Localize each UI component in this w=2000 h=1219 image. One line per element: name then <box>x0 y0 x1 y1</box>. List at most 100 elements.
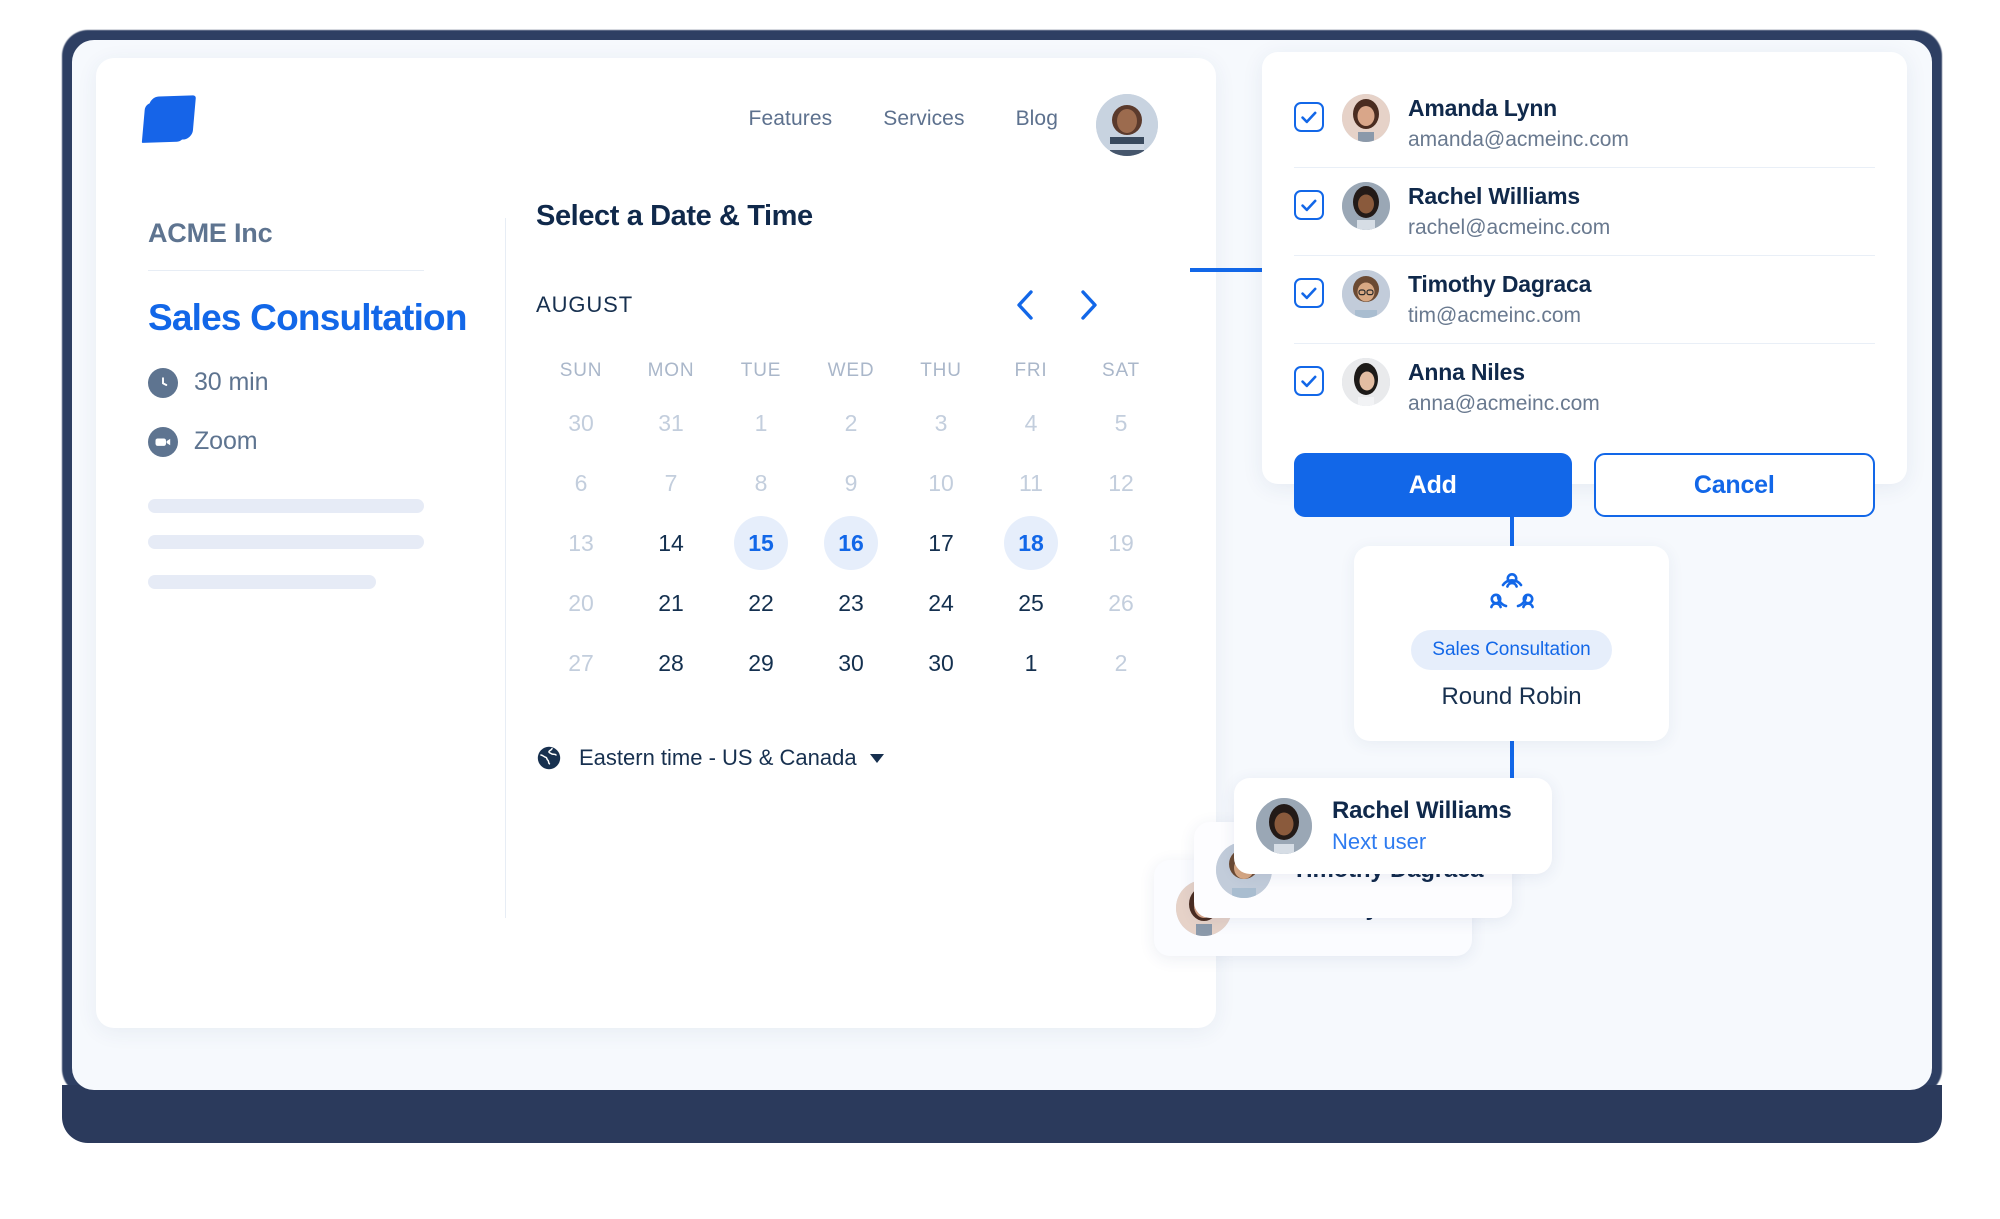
cancel-button[interactable]: Cancel <box>1593 453 1875 517</box>
calendar-day-28[interactable]: 28 <box>644 636 698 690</box>
member-email: anna@acmeinc.com <box>1408 392 1600 415</box>
calendar-day-27: 27 <box>568 649 594 676</box>
member-row[interactable]: Rachel Williams rachel@acmeinc.com <box>1294 168 1875 256</box>
calendar-day-cell: 2 <box>806 393 896 453</box>
calendar-day-15[interactable]: 15 <box>734 516 788 570</box>
calendar-day-30: 30 <box>568 409 594 436</box>
calendar-day-cell: 27 <box>536 633 626 693</box>
organization-name: ACME Inc <box>148 218 273 248</box>
member-email: amanda@acmeinc.com <box>1408 128 1629 151</box>
calendar-day-cell: 17 <box>896 513 986 573</box>
calendar-day-24[interactable]: 24 <box>914 576 968 630</box>
member-checkbox[interactable] <box>1294 190 1324 220</box>
calendar-day-cell: 12 <box>1076 453 1166 513</box>
calendar-day-cell: 19 <box>1076 513 1166 573</box>
calendar-day-22[interactable]: 22 <box>734 576 788 630</box>
top-navigation: Features Services Blog <box>96 58 1216 180</box>
calendar-day-cell: 30 <box>896 633 986 693</box>
avatar <box>1342 94 1390 142</box>
duration-row: 30 min <box>148 367 475 398</box>
calendar-day-21[interactable]: 21 <box>644 576 698 630</box>
calendar-weekday-header: WED <box>827 360 875 381</box>
screenshot-root: Features Services Blog ACME Inc Sales Co… <box>0 0 2000 1219</box>
booking-card: Features Services Blog ACME Inc Sales Co… <box>96 58 1216 1028</box>
calendar-day-cell: 1 <box>986 633 1076 693</box>
member-row[interactable]: Timothy Dagraca tim@acmeinc.com <box>1294 256 1875 344</box>
calendar-day-3: 3 <box>934 409 948 436</box>
calendar-day-cell: 22 <box>716 573 806 633</box>
nav-links: Features Services Blog <box>749 58 1058 180</box>
calendar-day-4: 4 <box>1024 409 1038 436</box>
connector-panel-link <box>1190 268 1264 272</box>
calendar-day-19: 19 <box>1108 529 1134 556</box>
calendar-day-10: 10 <box>928 469 954 496</box>
calendar-day-29[interactable]: 29 <box>734 636 788 690</box>
calendar-weekday-header: SUN <box>559 360 603 381</box>
round-robin-label: Round Robin <box>1441 683 1582 710</box>
nav-link-blog[interactable]: Blog <box>1016 107 1058 131</box>
member-row[interactable]: Amanda Lynn amanda@acmeinc.com <box>1294 80 1875 168</box>
avatar[interactable] <box>1096 94 1158 156</box>
calendar-day-2: 2 <box>844 409 858 436</box>
calendar-day-cell: 3 <box>896 393 986 453</box>
calendar-weekday-header: THU <box>920 360 962 381</box>
member-email: rachel@acmeinc.com <box>1408 216 1611 239</box>
calendar-day-cell: 6 <box>536 453 626 513</box>
calendar-day-cell: 14 <box>626 513 716 573</box>
calendar-day-16[interactable]: 16 <box>824 516 878 570</box>
member-details: Timothy Dagraca tim@acmeinc.com <box>1408 270 1591 328</box>
calendar-day-14[interactable]: 14 <box>644 516 698 570</box>
calendar-day-17[interactable]: 17 <box>914 516 968 570</box>
assignment-card-rachel[interactable]: Rachel Williams Next user <box>1234 778 1552 874</box>
calendar-day-7: 7 <box>664 469 678 496</box>
member-details: Rachel Williams rachel@acmeinc.com <box>1408 182 1610 240</box>
member-checkbox[interactable] <box>1294 102 1324 132</box>
calendar-day-cell: 31 <box>626 393 716 453</box>
brand-logo-icon[interactable] <box>145 95 206 148</box>
timezone-selector[interactable]: Eastern time - US & Canada <box>536 745 1166 771</box>
member-details: Anna Niles anna@acmeinc.com <box>1408 358 1600 416</box>
calendar-day-23[interactable]: 23 <box>824 576 878 630</box>
calendar-day-13: 13 <box>568 529 594 556</box>
calendar-day-1[interactable]: 1 <box>1004 636 1058 690</box>
calendar-day-30[interactable]: 30 <box>824 636 878 690</box>
calendar-day-2: 2 <box>1114 649 1128 676</box>
calendar-day-30[interactable]: 30 <box>914 636 968 690</box>
calendar-day-cell: 28 <box>626 633 716 693</box>
calendar-nav <box>1014 289 1100 321</box>
chevron-down-icon[interactable] <box>869 753 884 763</box>
calendar-day-12: 12 <box>1108 469 1134 496</box>
calendar-day-cell: 29 <box>716 633 806 693</box>
location-label: Zoom <box>194 427 258 456</box>
nav-link-services[interactable]: Services <box>883 107 964 131</box>
chevron-left-icon[interactable] <box>1014 289 1036 321</box>
calendar-weekday-header: MON <box>647 360 695 381</box>
panel-actions: Add Cancel <box>1294 453 1875 517</box>
timezone-label: Eastern time - US & Canada <box>579 745 857 770</box>
member-checkbox[interactable] <box>1294 366 1324 396</box>
calendar-day-cell: 16 <box>806 513 896 573</box>
event-info-column: ACME Inc Sales Consultation 30 min Zoom <box>148 218 506 918</box>
member-details: Amanda Lynn amanda@acmeinc.com <box>1408 94 1629 152</box>
calendar-column: Select a Date & Time AUGUST SUN MON TUE … <box>536 200 1166 771</box>
member-row[interactable]: Anna Niles anna@acmeinc.com <box>1294 344 1875 431</box>
member-checkbox[interactable] <box>1294 278 1324 308</box>
calendar-day-25[interactable]: 25 <box>1004 576 1058 630</box>
calendar-day-cell: 30 <box>806 633 896 693</box>
chevron-right-icon[interactable] <box>1078 289 1100 321</box>
calendar-day-cell: 26 <box>1076 573 1166 633</box>
calendar-heading: Select a Date & Time <box>536 200 813 232</box>
avatar <box>1342 182 1390 230</box>
calendar-day-11: 11 <box>1019 469 1043 496</box>
member-name: Anna Niles <box>1408 359 1525 385</box>
member-name: Rachel Williams <box>1408 183 1580 209</box>
calendar-day-cell: 9 <box>806 453 896 513</box>
calendar-day-cell: 13 <box>536 513 626 573</box>
add-button[interactable]: Add <box>1294 453 1572 517</box>
nav-link-features[interactable]: Features <box>749 107 833 131</box>
calendar-day-18[interactable]: 18 <box>1004 516 1058 570</box>
round-robin-card[interactable]: Sales Consultation Round Robin <box>1354 546 1669 741</box>
avatar <box>1256 798 1312 854</box>
round-robin-event-pill: Sales Consultation <box>1411 630 1612 670</box>
description-placeholder-2 <box>148 534 424 549</box>
